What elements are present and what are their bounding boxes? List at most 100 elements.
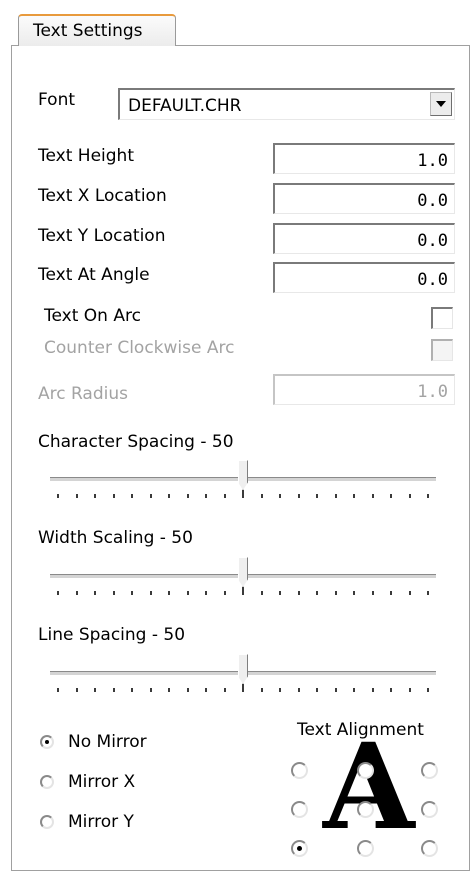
slider-tick [334, 591, 337, 595]
slider-tick [353, 591, 355, 595]
align-bottom-center-radio[interactable] [357, 840, 374, 857]
slider-tick [427, 591, 429, 595]
alignment-preview-glyph: A [323, 717, 415, 856]
slider-tick [353, 688, 355, 692]
slider-tick [112, 591, 115, 595]
slider-tick [242, 684, 244, 692]
slider-tick [297, 494, 300, 498]
text-y-location-field[interactable]: 0.0 [273, 223, 455, 254]
font-dropdown[interactable]: DEFAULT.CHR [118, 88, 455, 120]
text-on-arc-checkbox[interactable] [431, 307, 453, 329]
arc-radius-field[interactable]: 1.0 [273, 374, 455, 405]
slider-tick [223, 494, 226, 498]
mirror-option-x[interactable]: Mirror X [40, 770, 135, 794]
line-spacing-slider[interactable] [50, 654, 436, 704]
arc-radius-label: Arc Radius [38, 384, 128, 404]
slider-tick [316, 591, 318, 595]
counter-clockwise-arc-checkbox[interactable] [431, 339, 453, 361]
slider-tick [260, 591, 263, 595]
align-bottom-right-radio[interactable] [421, 840, 438, 857]
slider-tick [205, 591, 207, 595]
slider-tick [149, 688, 152, 692]
text-height-label: Text Height [38, 146, 134, 166]
slider-tick [390, 494, 392, 498]
tab-text-settings[interactable]: Text Settings [18, 14, 176, 46]
text-x-location-field[interactable]: 0.0 [273, 183, 455, 214]
mirror-option-label: No Mirror [68, 732, 147, 752]
slider-tick [279, 591, 281, 595]
slider-tick [260, 494, 263, 498]
text-on-arc-label: Text On Arc [44, 306, 141, 326]
slider-tick [371, 494, 374, 498]
slider-tick [205, 688, 207, 692]
text-x-location-label: Text X Location [38, 186, 167, 206]
slider-tick [242, 587, 244, 595]
width-scaling-slider[interactable] [50, 557, 436, 607]
slider-tick [427, 494, 429, 498]
slider-thumb[interactable] [238, 460, 248, 490]
slider-tick [371, 591, 374, 595]
text-height-field[interactable]: 1.0 [273, 143, 455, 174]
slider-thumb[interactable] [238, 654, 248, 684]
mirror-option-none[interactable]: No Mirror [40, 730, 147, 754]
text-y-location-label: Text Y Location [38, 226, 166, 246]
slider-tick [279, 494, 281, 498]
slider-tick [186, 591, 189, 595]
character-spacing-label: Character Spacing - 50 [38, 432, 234, 452]
slider-tick [242, 490, 244, 498]
slider-ticks [50, 587, 436, 599]
mirror-option-label: Mirror X [68, 772, 136, 792]
text-at-angle-field[interactable]: 0.0 [273, 262, 455, 293]
align-top-center-radio[interactable] [357, 762, 374, 779]
slider-tick [316, 494, 318, 498]
radio-button[interactable] [40, 815, 54, 829]
slider-tick [112, 688, 115, 692]
slider-tick [334, 494, 337, 498]
width-scaling-label: Width Scaling - 50 [38, 528, 193, 548]
slider-tick [390, 688, 392, 692]
slider-tick [94, 591, 96, 595]
align-top-right-radio[interactable] [421, 762, 438, 779]
slider-tick [131, 688, 133, 692]
slider-tick [168, 591, 170, 595]
slider-tick [57, 591, 59, 595]
slider-tick [316, 688, 318, 692]
align-middle-right-radio[interactable] [421, 801, 438, 818]
align-middle-left-radio[interactable] [291, 801, 308, 818]
slider-tick [149, 494, 152, 498]
slider-tick [149, 591, 152, 595]
slider-tick [408, 591, 411, 595]
slider-tick [260, 688, 263, 692]
character-spacing-slider[interactable] [50, 460, 436, 510]
align-bottom-left-radio[interactable] [291, 840, 308, 857]
line-spacing-label: Line Spacing - 50 [38, 625, 186, 645]
slider-tick [168, 494, 170, 498]
slider-tick [186, 688, 189, 692]
slider-tick [94, 688, 96, 692]
mirror-option-y[interactable]: Mirror Y [40, 810, 134, 834]
slider-thumb[interactable] [238, 557, 248, 587]
slider-tick [427, 688, 429, 692]
slider-tick [75, 591, 78, 595]
slider-tick [75, 494, 78, 498]
slider-tick [390, 591, 392, 595]
align-middle-center-radio[interactable] [357, 801, 374, 818]
align-top-left-radio[interactable] [291, 762, 308, 779]
slider-tick [186, 494, 189, 498]
slider-tick [408, 688, 411, 692]
radio-button[interactable] [40, 775, 54, 789]
mirror-option-label: Mirror Y [68, 812, 134, 832]
slider-tick [297, 688, 300, 692]
chevron-down-icon[interactable] [430, 92, 452, 116]
radio-button[interactable] [40, 735, 54, 749]
slider-tick [334, 688, 337, 692]
slider-ticks [50, 684, 436, 696]
slider-tick [131, 591, 133, 595]
slider-tick [371, 688, 374, 692]
slider-tick [205, 494, 207, 498]
slider-tick [279, 688, 281, 692]
slider-ticks [50, 490, 436, 502]
font-label: Font [38, 90, 76, 110]
text-alignment-grid: A [287, 728, 447, 861]
slider-tick [408, 494, 411, 498]
